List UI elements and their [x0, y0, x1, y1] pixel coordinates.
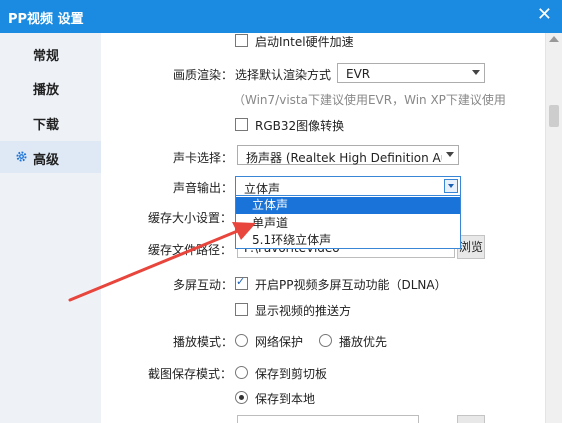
playback-mode-label: 播放模式：: [173, 335, 234, 349]
sound-output-option-stereo[interactable]: 立体声: [236, 197, 460, 214]
sound-card-label: 声卡选择：: [173, 151, 234, 165]
rgb32-checkbox[interactable]: [235, 118, 248, 131]
show-pusher-label: 显示视频的推送方: [255, 304, 352, 318]
sound-output-select[interactable]: 立体声: [235, 176, 461, 196]
intel-hw-accel-label: 启动Intel硬件加速: [255, 35, 354, 49]
render-select-value: EVR: [346, 67, 371, 81]
chevron-down-icon: [472, 70, 480, 75]
screenshot-clipboard-label: 保存到剪切板: [255, 367, 328, 381]
sound-output-dropdown: 立体声 单声道 5.1环绕立体声: [235, 195, 461, 249]
title-bar: PP视频 设置 ✕: [0, 0, 562, 33]
scrollbar[interactable]: [545, 33, 562, 423]
sidebar-item-playback[interactable]: 播放: [0, 71, 101, 103]
multiscreen-label: 多屏互动：: [173, 278, 234, 292]
show-pusher-checkbox[interactable]: [235, 303, 248, 316]
sound-output-option-mono[interactable]: 单声道: [236, 215, 460, 232]
render-select[interactable]: EVR: [337, 63, 485, 83]
sidebar-item-label: 高级: [33, 153, 60, 168]
cache-path-label: 缓存文件路径：: [148, 243, 233, 257]
playback-mode-network-radio[interactable]: [235, 334, 248, 347]
render-sublabel: 选择默认渲染方式: [235, 68, 332, 82]
render-hint: （Win7/vista下建议使用EVR，Win XP下建议使用: [233, 93, 506, 107]
screenshot-path-input[interactable]: [237, 415, 419, 423]
chevron-down-icon: [446, 152, 454, 157]
close-icon[interactable]: ✕: [537, 6, 552, 24]
sidebar-item-label: 常规: [33, 49, 60, 64]
scrollbar-thumb[interactable]: [549, 105, 559, 127]
sound-card-select-value: 扬声器 (Realtek High Definition Au: [246, 151, 442, 165]
playback-mode-play-first-radio[interactable]: [319, 334, 332, 347]
sound-card-select[interactable]: 扬声器 (Realtek High Definition Au: [237, 145, 459, 165]
cache-size-label: 缓存大小设置：: [148, 211, 233, 225]
sound-output-label: 声音输出：: [173, 181, 234, 195]
screenshot-mode-label: 截图保存模式：: [148, 367, 233, 381]
intel-hw-accel-checkbox[interactable]: [235, 34, 248, 47]
chevron-down-icon[interactable]: [444, 179, 458, 193]
playback-mode-network-label: 网络保护: [255, 335, 304, 349]
scroll-up-icon[interactable]: [549, 36, 559, 42]
sidebar-item-download[interactable]: 下载: [0, 106, 101, 138]
screenshot-browse-button[interactable]: [457, 415, 485, 423]
rgb32-label: RGB32图像转换: [255, 119, 345, 133]
sidebar-item-label: 播放: [33, 83, 60, 98]
dlna-label: 开启PP视频多屏互动功能（DLNA）: [255, 278, 447, 292]
sidebar-item-advanced[interactable]: 高级: [0, 141, 101, 173]
screenshot-local-radio[interactable]: [235, 391, 248, 404]
sidebar-item-general[interactable]: 常规: [0, 37, 101, 69]
playback-mode-play-first-label: 播放优先: [339, 335, 388, 349]
render-label: 画质渲染：: [173, 68, 234, 82]
screenshot-clipboard-radio[interactable]: [235, 366, 248, 379]
window-title: PP视频 设置: [8, 12, 84, 27]
gear-icon: [16, 151, 27, 162]
browse-button[interactable]: 浏览: [457, 235, 485, 259]
sidebar-item-label: 下载: [33, 118, 60, 133]
dlna-checkbox[interactable]: [235, 275, 248, 290]
sidebar: 常规 播放 下载 高级: [0, 33, 101, 423]
screenshot-local-label: 保存到本地: [255, 392, 316, 406]
sound-output-option-surround[interactable]: 5.1环绕立体声: [236, 232, 460, 249]
